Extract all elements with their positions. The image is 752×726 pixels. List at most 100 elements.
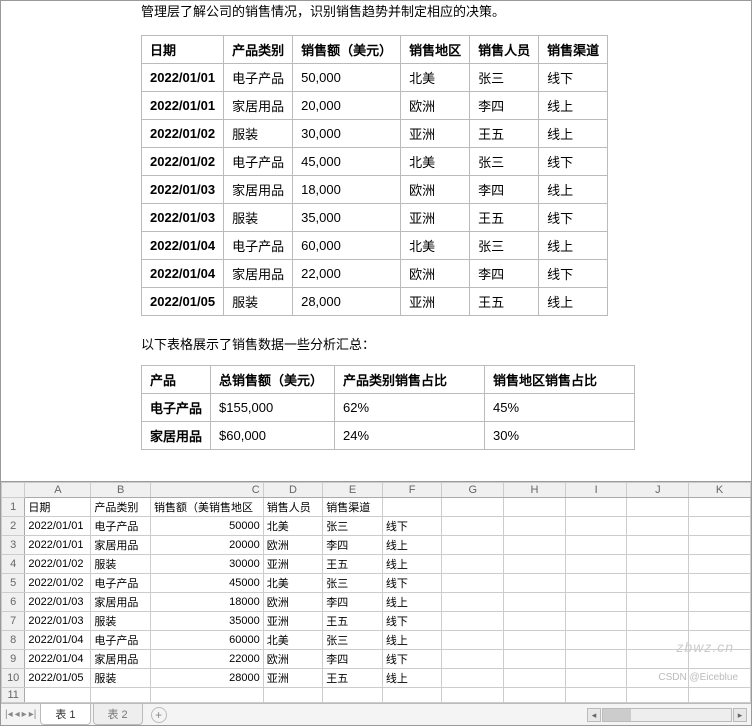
sheet-cell[interactable] [565, 555, 627, 574]
sheet-cell[interactable] [504, 631, 566, 650]
column-header[interactable]: J [627, 483, 689, 498]
sheet-cell[interactable] [442, 498, 504, 517]
column-header[interactable]: I [565, 483, 627, 498]
sheet-cell[interactable] [442, 688, 504, 703]
sheet-cell[interactable] [442, 669, 504, 688]
sheet-cell[interactable]: 亚洲 [263, 555, 323, 574]
sheet-cell[interactable] [442, 593, 504, 612]
tab-nav-next-icon[interactable]: ▸ [22, 709, 27, 720]
sheet-cell[interactable]: 2022/01/04 [25, 650, 91, 669]
sheet-cell[interactable] [25, 688, 91, 703]
sheet-cell[interactable]: 服装 [91, 555, 151, 574]
sheet-cell[interactable]: 28000 [150, 669, 263, 688]
sheet-cell[interactable] [504, 555, 566, 574]
sheet-cell[interactable]: 销售额（美销售地区 [150, 498, 263, 517]
sheet-cell[interactable] [689, 536, 751, 555]
sheet-cell[interactable]: 服装 [91, 669, 151, 688]
sheet-cell[interactable] [382, 498, 442, 517]
sheet-cell[interactable]: 18000 [150, 593, 263, 612]
sheet-cell[interactable] [627, 498, 689, 517]
sheet-cell[interactable] [504, 593, 566, 612]
sheet-cell[interactable] [442, 555, 504, 574]
sheet-cell[interactable] [565, 517, 627, 536]
row-header[interactable]: 5 [2, 574, 25, 593]
column-header[interactable]: K [689, 483, 751, 498]
sheet-cell[interactable] [442, 612, 504, 631]
sheet-cell[interactable] [565, 669, 627, 688]
sheet-cell[interactable]: 22000 [150, 650, 263, 669]
sheet-cell[interactable]: 线上 [382, 593, 442, 612]
sheet-cell[interactable] [150, 688, 263, 703]
sheet-cell[interactable] [565, 536, 627, 555]
row-header[interactable]: 6 [2, 593, 25, 612]
sheet-cell[interactable]: 2022/01/03 [25, 612, 91, 631]
sheet-cell[interactable] [442, 536, 504, 555]
column-header[interactable]: G [442, 483, 504, 498]
sheet-cell[interactable]: 线下 [382, 574, 442, 593]
sheet-tab-1[interactable]: 表 1 [40, 704, 90, 725]
sheet-cell[interactable]: 2022/01/02 [25, 555, 91, 574]
sheet-cell[interactable]: 2022/01/01 [25, 517, 91, 536]
sheet-cell[interactable]: 北美 [263, 631, 323, 650]
sheet-cell[interactable] [323, 688, 383, 703]
sheet-cell[interactable]: 2022/01/05 [25, 669, 91, 688]
sheet-cell[interactable] [504, 536, 566, 555]
sheet-cell[interactable]: 线下 [382, 517, 442, 536]
spreadsheet-grid[interactable]: ABCDEFGHIJK 1日期产品类别销售额（美销售地区销售人员销售渠道2202… [1, 482, 751, 703]
sheet-cell[interactable] [565, 612, 627, 631]
sheet-cell[interactable]: 线上 [382, 631, 442, 650]
sheet-cell[interactable] [565, 688, 627, 703]
sheet-cell[interactable]: 35000 [150, 612, 263, 631]
sheet-cell[interactable] [504, 517, 566, 536]
sheet-cell[interactable] [504, 612, 566, 631]
sheet-cell[interactable] [689, 517, 751, 536]
tab-nav-arrows[interactable]: |◂ ◂ ▸ ▸| [1, 709, 40, 720]
sheet-cell[interactable]: 李四 [323, 650, 383, 669]
sheet-cell[interactable] [565, 650, 627, 669]
sheet-cell[interactable]: 王五 [323, 555, 383, 574]
column-header[interactable]: C [150, 483, 263, 498]
row-header[interactable]: 11 [2, 688, 25, 703]
sheet-cell[interactable]: 服装 [91, 612, 151, 631]
sheet-cell[interactable] [627, 688, 689, 703]
sheet-cell[interactable] [627, 574, 689, 593]
sheet-cell[interactable] [689, 593, 751, 612]
column-header[interactable]: E [323, 483, 383, 498]
sheet-cell[interactable] [504, 688, 566, 703]
sheet-cell[interactable]: 张三 [323, 517, 383, 536]
sheet-cell[interactable]: 李四 [323, 536, 383, 555]
scroll-track[interactable] [602, 708, 732, 722]
sheet-cell[interactable]: 王五 [323, 669, 383, 688]
tab-nav-prev-icon[interactable]: ◂ [15, 709, 20, 720]
sheet-cell[interactable]: 北美 [263, 574, 323, 593]
sheet-cell[interactable] [689, 574, 751, 593]
sheet-cell[interactable]: 产品类别 [91, 498, 151, 517]
sheet-cell[interactable] [442, 517, 504, 536]
sheet-cell[interactable]: 50000 [150, 517, 263, 536]
sheet-cell[interactable]: 线上 [382, 536, 442, 555]
sheet-cell[interactable] [565, 631, 627, 650]
sheet-cell[interactable]: 亚洲 [263, 669, 323, 688]
sheet-cell[interactable]: 北美 [263, 517, 323, 536]
horizontal-scrollbar[interactable]: ◂ ▸ [587, 708, 747, 722]
sheet-cell[interactable]: 电子产品 [91, 631, 151, 650]
sheet-cell[interactable] [442, 631, 504, 650]
sheet-cell[interactable]: 家居用品 [91, 536, 151, 555]
sheet-cell[interactable]: 欧洲 [263, 650, 323, 669]
tab-nav-last-icon[interactable]: ▸| [29, 709, 37, 720]
sheet-cell[interactable]: 张三 [323, 631, 383, 650]
column-header[interactable]: B [91, 483, 151, 498]
row-header[interactable]: 8 [2, 631, 25, 650]
sheet-cell[interactable]: 电子产品 [91, 517, 151, 536]
select-all-cell[interactable] [2, 483, 25, 498]
sheet-cell[interactable]: 20000 [150, 536, 263, 555]
sheet-cell[interactable]: 2022/01/03 [25, 593, 91, 612]
sheet-cell[interactable] [627, 517, 689, 536]
sheet-cell[interactable] [627, 555, 689, 574]
sheet-cell[interactable]: 欧洲 [263, 593, 323, 612]
sheet-cell[interactable]: 王五 [323, 612, 383, 631]
sheet-cell[interactable] [627, 593, 689, 612]
row-header[interactable]: 3 [2, 536, 25, 555]
sheet-cell[interactable]: 线上 [382, 669, 442, 688]
row-header[interactable]: 10 [2, 669, 25, 688]
